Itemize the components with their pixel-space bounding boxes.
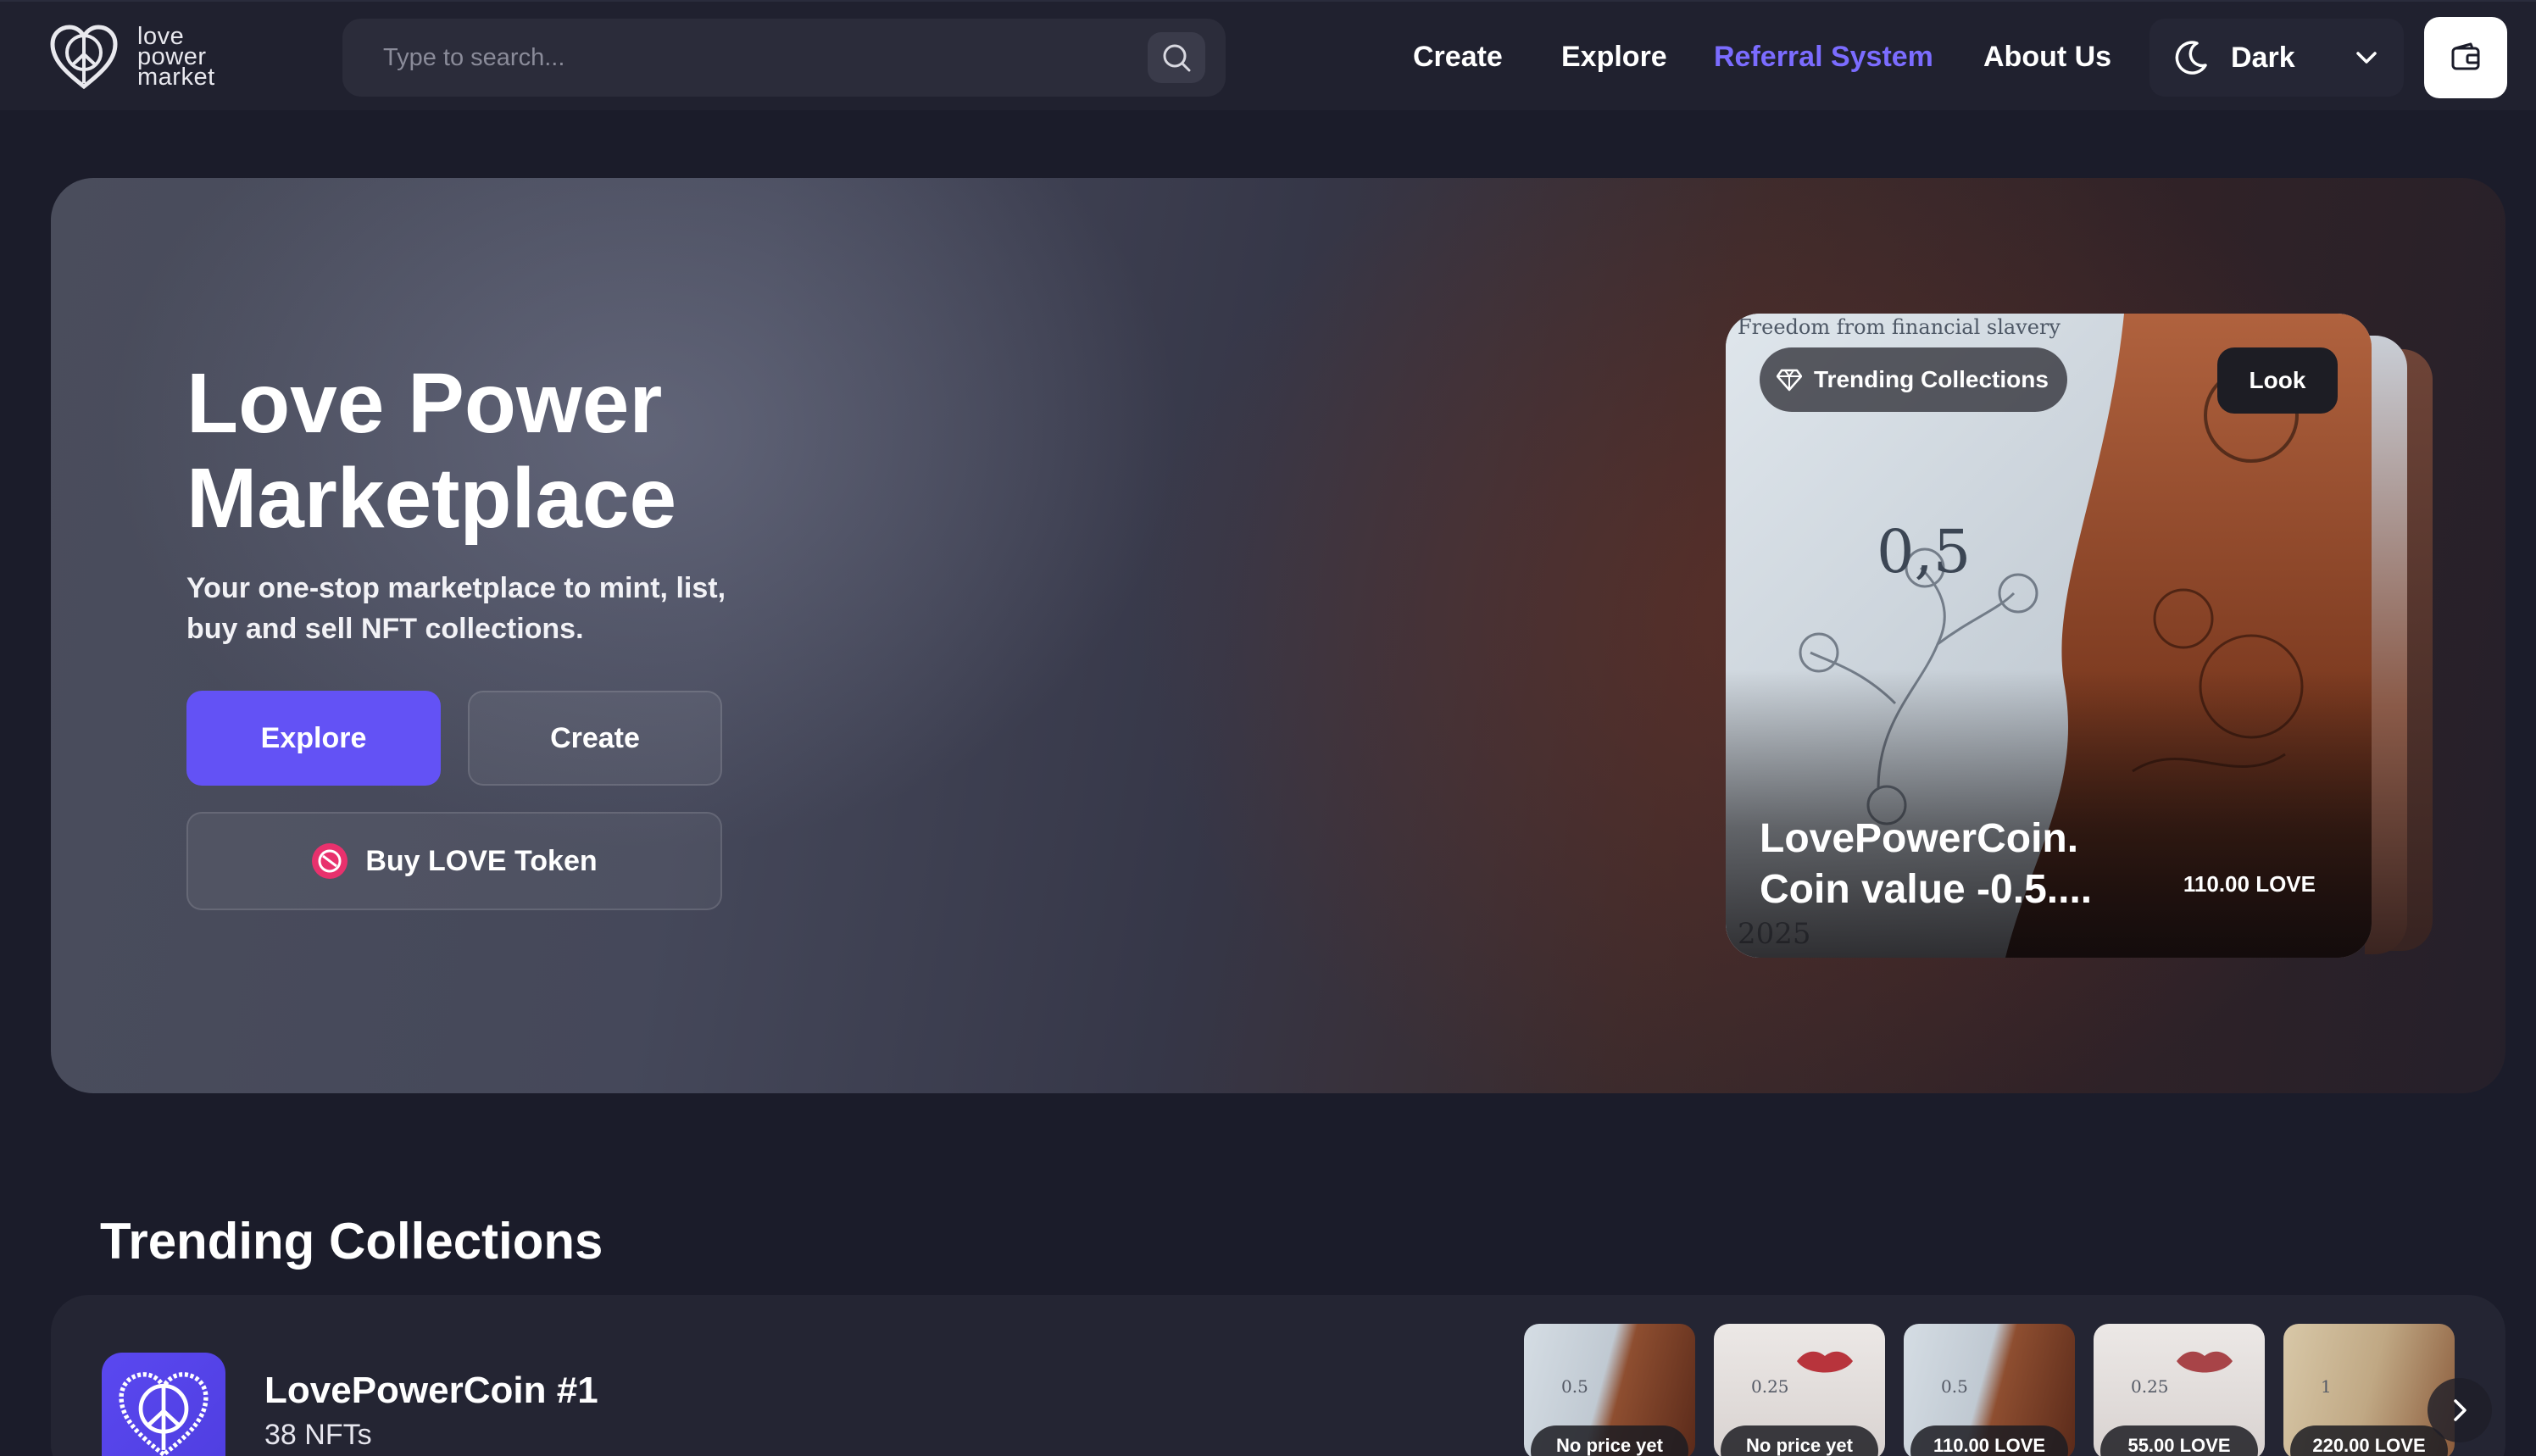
trending-badge: Trending Collections [1760, 347, 2067, 412]
thumb-price: 55.00 LOVE [2100, 1425, 2258, 1456]
logo-text: love power market [137, 25, 215, 91]
thumb-value: 0.25 [2131, 1376, 2169, 1397]
thumb-value: 0.5 [1561, 1376, 1588, 1397]
art-top-text: Freedom from financial slavery [1738, 315, 2060, 339]
lips-art-icon [1797, 1351, 1853, 1373]
lips-art-icon [2177, 1351, 2233, 1373]
carousel-next-button[interactable] [2428, 1378, 2492, 1442]
buy-love-token-button[interactable]: Buy LOVE Token [186, 812, 722, 910]
nav-about-us[interactable]: About Us [1983, 36, 2111, 78]
thumb-value: 0.5 [1941, 1376, 1968, 1397]
collection-row[interactable]: LovePowerCoin #1 38 NFTs 0.5 No price ye… [51, 1295, 2505, 1456]
trending-badge-label: Trending Collections [1814, 366, 2049, 392]
thumb-price: No price yet [1531, 1425, 1688, 1456]
search-icon [1163, 44, 1191, 72]
love-token-icon [312, 843, 348, 879]
search-button[interactable] [1148, 32, 1205, 83]
search-bar [342, 19, 1226, 97]
chevron-right-icon [2454, 1399, 2466, 1421]
hero-title: Love Power Marketplace [186, 356, 677, 546]
wallet-icon [2451, 42, 2480, 70]
hero-create-button[interactable]: Create [468, 691, 722, 786]
theme-dropdown[interactable]: Dark [2149, 19, 2404, 97]
top-navbar: love power market Create Explore Referra… [0, 0, 2536, 110]
collection-thumb[interactable]: 0.5 No price yet [1524, 1324, 1695, 1456]
search-input[interactable] [383, 19, 1112, 97]
collection-count: 38 NFTs [264, 1419, 372, 1451]
thumb-price: 220.00 LOVE [2290, 1425, 2448, 1456]
diamond-icon [1777, 369, 1802, 392]
collection-thumb[interactable]: 1 220.00 LOVE [2283, 1324, 2455, 1456]
thumb-price: No price yet [1721, 1425, 1878, 1456]
thumb-value: 0.25 [1751, 1376, 1789, 1397]
chevron-down-icon [2356, 52, 2377, 64]
collection-thumb[interactable]: 0.5 110.00 LOVE [1904, 1324, 2075, 1456]
thumb-price: 110.00 LOVE [1910, 1425, 2068, 1456]
hero-explore-button[interactable]: Explore [186, 691, 441, 786]
featured-nft-title: LovePowerCoin. Coin value -0.5.... [1760, 816, 2093, 912]
collection-thumb[interactable]: 0.25 No price yet [1714, 1324, 1885, 1456]
moon-icon [2175, 41, 2207, 75]
peace-heart-avatar-icon [119, 1372, 209, 1456]
peace-heart-logo-icon [50, 25, 118, 90]
trending-section-title: Trending Collections [100, 1213, 603, 1270]
look-button[interactable]: Look [2217, 347, 2338, 414]
buy-love-token-label: Buy LOVE Token [365, 844, 598, 877]
wallet-button[interactable] [2424, 17, 2507, 98]
logo-line: market [137, 64, 215, 91]
logo[interactable]: love power market [47, 20, 251, 93]
hero-create-label: Create [550, 721, 640, 754]
thumb-value: 1 [2321, 1376, 2332, 1397]
nav-create[interactable]: Create [1413, 36, 1503, 78]
collection-name: LovePowerCoin #1 [264, 1370, 598, 1411]
theme-label: Dark [2231, 41, 2295, 74]
art-value-text: 0,5 [1877, 517, 1972, 586]
nav-explore[interactable]: Explore [1561, 36, 1667, 78]
hero-subtitle: Your one-stop marketplace to mint, list,… [186, 572, 726, 645]
hero-explore-label: Explore [260, 721, 367, 754]
collection-thumb[interactable]: 0.25 55.00 LOVE [2094, 1324, 2265, 1456]
collection-avatar [102, 1353, 225, 1456]
look-label: Look [2249, 367, 2306, 393]
featured-nft-price: 110.00 LOVE [2183, 871, 2316, 897]
nav-referral-system[interactable]: Referral System [1714, 36, 1933, 78]
featured-nft-card[interactable]: Freedom from financial slavery 0,5 2025 … [1726, 314, 2372, 958]
